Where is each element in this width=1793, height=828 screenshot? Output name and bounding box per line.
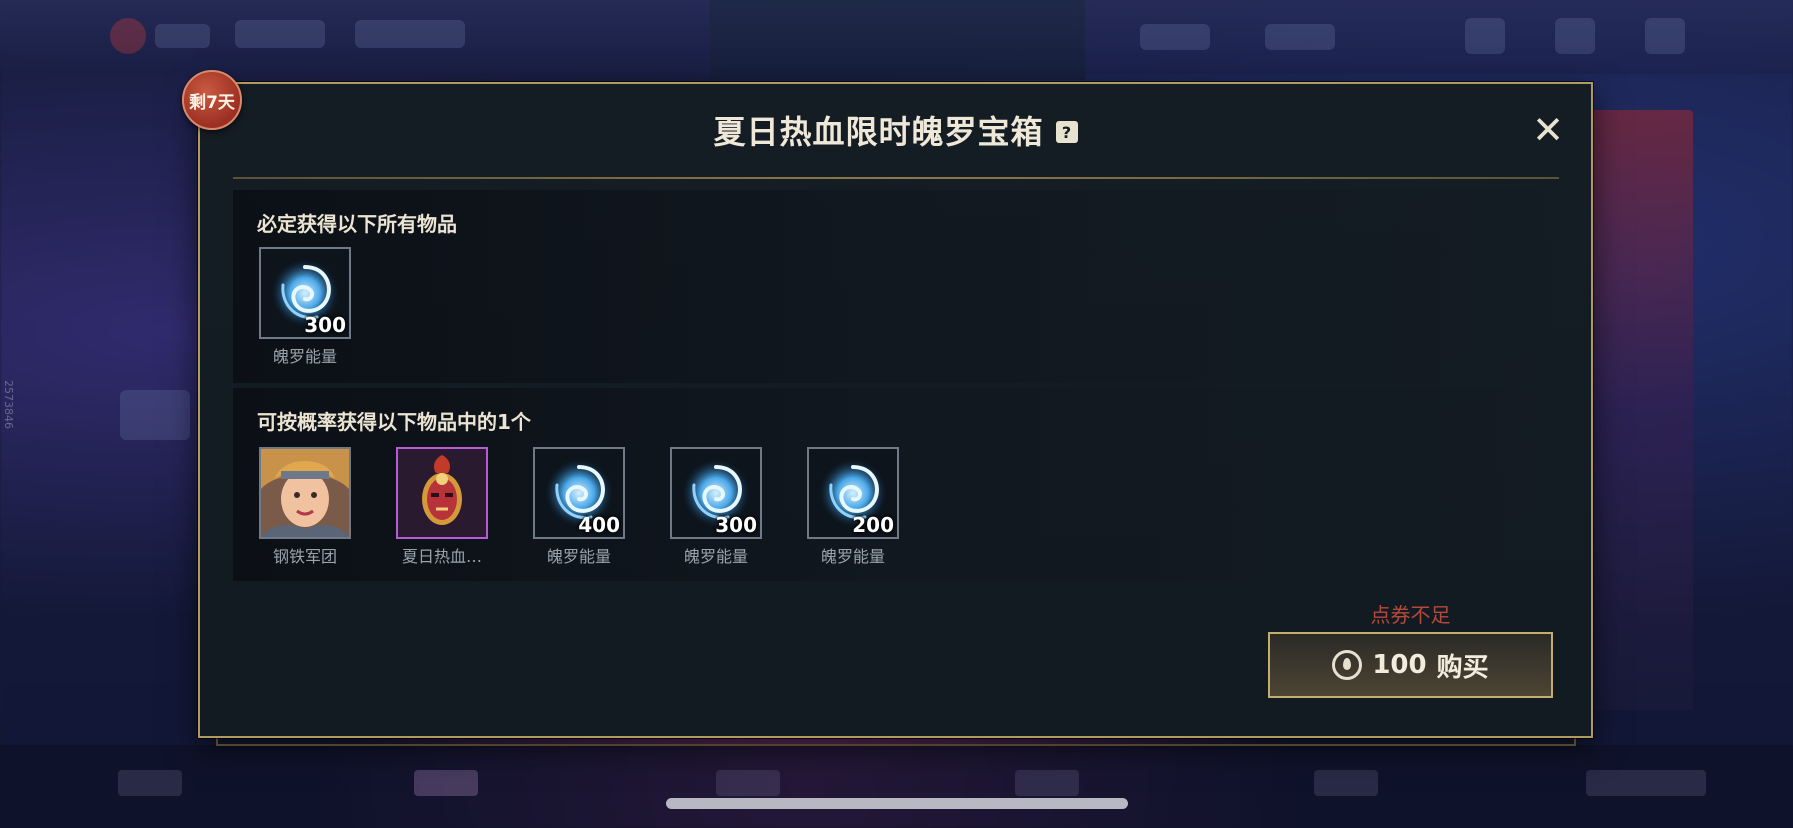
background-center-panel bbox=[710, 0, 1085, 80]
buy-label: 购买 bbox=[1436, 652, 1489, 683]
item-frame: 400 bbox=[533, 447, 625, 539]
insufficient-funds-warning: 点券不足 bbox=[1370, 603, 1451, 627]
guaranteed-items-section: 必定获得以下所有物品 300 魄罗能量 bbox=[233, 190, 1559, 383]
dialog-title: 夏日热血限时魄罗宝箱 bbox=[713, 113, 1044, 151]
item-count: 400 bbox=[578, 513, 620, 537]
header-divider bbox=[233, 177, 1559, 179]
reward-item[interactable]: 夏日热血… bbox=[396, 447, 488, 567]
item-name: 魄罗能量 bbox=[683, 547, 748, 566]
champion-portrait-icon bbox=[261, 449, 349, 537]
reward-item[interactable]: 400 魄罗能量 bbox=[533, 447, 625, 567]
random-items-section: 可按概率获得以下物品中的1个 钢铁军团 夏日热血… 400 魄罗能量 300 魄… bbox=[233, 388, 1559, 581]
coupon-currency-icon bbox=[1332, 650, 1363, 680]
help-icon[interactable]: ? bbox=[1055, 121, 1078, 143]
side-id-text: 2573846 bbox=[2, 380, 15, 429]
item-count: 300 bbox=[715, 513, 757, 537]
item-count: 200 bbox=[852, 513, 894, 537]
reward-item[interactable]: 钢铁军团 bbox=[259, 447, 351, 567]
item-frame: 200 bbox=[807, 447, 899, 539]
background-bottom-nav bbox=[0, 745, 1793, 828]
close-icon[interactable]: ✕ bbox=[1528, 110, 1568, 150]
reward-item[interactable]: 200 魄罗能量 bbox=[807, 447, 899, 567]
home-indicator[interactable] bbox=[666, 798, 1128, 809]
item-name: 魄罗能量 bbox=[272, 347, 337, 366]
item-frame: 300 bbox=[670, 447, 762, 539]
reward-item[interactable]: 300 魄罗能量 bbox=[670, 447, 762, 567]
item-frame bbox=[396, 447, 488, 539]
item-name: 夏日热血… bbox=[401, 547, 482, 566]
item-name: 魄罗能量 bbox=[820, 547, 885, 566]
item-count: 300 bbox=[304, 313, 346, 337]
item-name: 钢铁军团 bbox=[272, 547, 337, 566]
item-frame: 300 bbox=[259, 247, 351, 339]
random-label: 可按概率获得以下物品中的1个 bbox=[257, 410, 531, 434]
background-side-card bbox=[1588, 110, 1693, 710]
dialog-header: 夏日热血限时魄罗宝箱 ? bbox=[198, 100, 1593, 160]
item-frame bbox=[259, 447, 351, 539]
buy-price: 100 bbox=[1372, 650, 1427, 680]
background-blob bbox=[120, 390, 190, 440]
item-name: 魄罗能量 bbox=[546, 547, 611, 566]
reward-item[interactable]: 300 魄罗能量 bbox=[259, 247, 351, 367]
mask-emote-icon bbox=[398, 449, 486, 537]
guaranteed-label: 必定获得以下所有物品 bbox=[257, 212, 457, 236]
buy-button[interactable]: 100 购买 bbox=[1268, 632, 1553, 698]
